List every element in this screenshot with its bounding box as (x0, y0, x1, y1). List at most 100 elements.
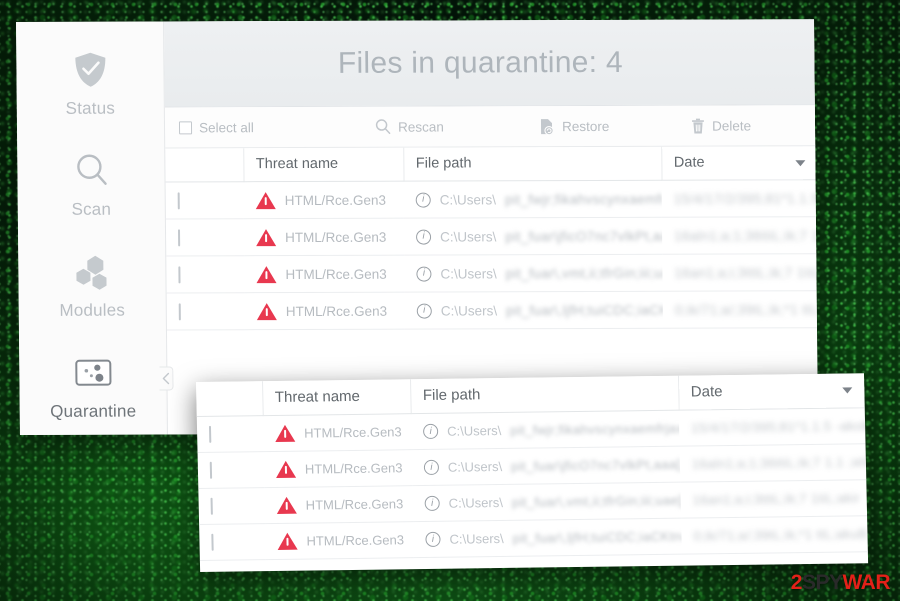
warning-triangle-icon (255, 228, 277, 246)
threat-name-cell: HTML/Rce.Gen3 (244, 255, 405, 293)
warning-triangle-icon (276, 496, 297, 514)
quarantine-table: Threat name File path Date HTML/Rce.Gen3… (165, 146, 818, 330)
column-header-file-path[interactable]: File path (409, 375, 679, 414)
row-checkbox[interactable] (178, 265, 181, 283)
info-icon[interactable]: i (416, 229, 432, 245)
column-header-date[interactable]: Date (661, 146, 818, 181)
column-header-threat-name[interactable]: Threat name (261, 379, 411, 416)
row-checkbox[interactable] (177, 191, 180, 209)
sidebar-item-label: Status (65, 98, 116, 118)
shield-check-icon (68, 48, 112, 92)
table-row[interactable]: HTML/Rce.Gen3 i C:\Users\ pit_fuar\,ljfH;tu… (166, 290, 818, 330)
caret-down-icon[interactable] (842, 387, 853, 394)
sidebar-item-quarantine[interactable]: Quarantine (19, 350, 167, 422)
row-checkbox[interactable] (209, 461, 213, 479)
row-select-cell (166, 292, 245, 330)
file-path-prefix: C:\Users\ (448, 494, 504, 511)
date-redacted: 16aln1;a;1;36ttiL;ik;7 1.1 ;aticR (691, 454, 867, 472)
date-cell: 15/4/17/2/395;81*1.1.5 -akoB (678, 407, 866, 447)
file-path-redacted: pit_fwjr;fikahvscynxaemfrjaxxoldk;jfmtm (504, 190, 662, 207)
threat-name-cell: HTML/Rce.Gen3 (263, 449, 413, 488)
trash-icon (691, 117, 705, 134)
delete-label: Delete (711, 117, 752, 134)
warning-triangle-icon (256, 302, 277, 320)
table-row[interactable]: HTML/Rce.Gen3 i C:\Users\ pit_fwjr;fikahvsc… (165, 179, 818, 219)
file-path-redacted: pit_fuar\jficO7nc7vlkPt,aaa[;iJ;ttcm (510, 456, 681, 474)
restore-button[interactable]: Restore (539, 117, 691, 135)
date-cell: 0;ik/71;a/;39tL;ik;*1 ttL;akuB (662, 290, 818, 329)
sidebar-item-scan[interactable]: Scan (17, 148, 165, 220)
threat-name-label: HTML/Rce.Gen3 (304, 460, 403, 477)
row-checkbox[interactable] (211, 533, 214, 551)
threat-name-label: HTML/Rce.Gen3 (303, 424, 402, 441)
info-icon[interactable]: i (424, 495, 440, 512)
select-all-checkbox[interactable] (178, 120, 193, 134)
date-cell: 16an1;a;i;3tttL;ik;7 1tiL;akir (680, 479, 868, 519)
caret-down-icon[interactable] (795, 159, 806, 166)
row-checkbox[interactable] (210, 497, 213, 515)
rescan-button[interactable]: Rescan (375, 118, 539, 135)
sidebar-item-status[interactable]: Status (16, 47, 164, 119)
file-path-prefix: C:\Users\ (449, 530, 504, 547)
site-watermark: 2 SPY WAR (790, 571, 891, 594)
sidebar-item-label: Quarantine (50, 401, 137, 421)
main-table-body: HTML/Rce.Gen3 i C:\Users\ pit_fwjr;fikahvsc… (165, 179, 818, 330)
row-checkbox[interactable] (177, 228, 181, 246)
restore-label: Restore (561, 118, 610, 134)
screenshot-stage: Status Scan Modules Quarantine Files in … (0, 0, 900, 601)
date-redacted: 0;ik/71;a/;39tL;ik;*1 ttL;akuB (693, 526, 868, 544)
file-path-cell: i C:\Users\ pit_fuar\,ljfH;tuiCDC;iaCKtnam… (404, 291, 663, 330)
select-all-button[interactable]: Select all (178, 119, 375, 135)
file-path-cell: i C:\Users\ pit_fwjr;fikahvscynxaemfrjaxxo… (403, 180, 662, 219)
threat-name-cell: HTML/Rce.Gen3 (243, 181, 404, 219)
file-path-redacted: pit_fuar\,vmt,ii;tfrGin;iii;uae[jl;ljbmr… (511, 491, 682, 510)
warning-triangle-icon (277, 532, 298, 550)
info-icon[interactable]: i (422, 423, 439, 440)
date-redacted: 15/4/17/2/395;81*1.1.5 -akoB (690, 418, 866, 436)
file-path-redacted: pit_fuar\,ljfH;tuiCDC;iaCKtnam;lj7jlbinn… (505, 301, 663, 318)
row-select-cell (196, 415, 264, 453)
file-path-redacted: pit_fwjr;fikahvscynxaemfrjaxxoldk;jfmtm (510, 419, 680, 438)
threat-name-label: HTML/Rce.Gen3 (284, 192, 387, 208)
date-redacted: 16aln1;a;1;36ttiL;ik;7 1.1 ;aticR (674, 227, 818, 244)
info-icon[interactable]: i (423, 459, 440, 476)
row-select-cell (198, 487, 266, 525)
page-title: Files in quarantine: 4 (337, 45, 624, 80)
threat-name-label: HTML/Rce.Gen3 (305, 496, 404, 513)
sidebar-item-modules[interactable]: Modules (18, 249, 166, 321)
quarantine-box-icon (71, 351, 115, 395)
table-header-row: Threat name File path Date (165, 146, 818, 182)
date-cell: 0;ik/71;a/;39tL;ik;*1 ttL;akuB (681, 515, 868, 555)
rescan-label: Rescan (397, 119, 444, 135)
column-header-file-path[interactable]: File path (403, 146, 662, 182)
info-icon[interactable]: i (425, 531, 441, 548)
delete-button[interactable]: Delete (691, 117, 751, 134)
info-icon[interactable]: i (415, 192, 431, 208)
table-row[interactable]: HTML/Rce.Gen3 i C:\Users\ pit_fuar\,vmt,ii;… (166, 253, 818, 293)
hexagons-icon (70, 250, 114, 294)
threat-name-cell: HTML/Rce.Gen3 (264, 485, 414, 524)
warning-triangle-icon (255, 191, 276, 209)
info-icon[interactable]: i (416, 266, 432, 282)
row-checkbox[interactable] (208, 425, 212, 443)
date-redacted: 16an1;a;i;3tttL;ik;7 1tiL;akir (692, 490, 861, 508)
table-row[interactable]: HTML/Rce.Gen3 i C:\Users\ pit_fuar\,ljfH;tu… (199, 515, 868, 561)
content-area: Files in quarantine: 4 Select all Rescan (164, 19, 818, 435)
watermark-part-2: SPY (801, 571, 843, 594)
date-cell: 16aln1;a;1;36ttiL;ik;7 1.1 ;aticR (679, 443, 867, 483)
threat-name-label: HTML/Rce.Gen3 (306, 532, 405, 549)
file-path-cell: i C:\Users\ pit_fuar\,vmt,ii;tfrGin;iii;ua… (412, 482, 682, 522)
file-path-redacted: pit_fuar\,vmt,ii;tfrGin;iii;uae[jl;ljbmr… (505, 264, 663, 281)
date-redacted: 15/4/17/2/395;81*1.1.5 -akoB (673, 190, 818, 207)
date-cell: 16an1;a;i;3tttL;ik;7 1tiL;akir (662, 253, 818, 292)
sidebar-collapse-chevron-left-icon[interactable] (159, 366, 174, 391)
table-row[interactable]: HTML/Rce.Gen3 i C:\Users\ pit_fuar\jficO7nc… (165, 216, 818, 256)
file-path-redacted: pit_fuar\jficO7nc7vlkPt,aaa[;iJ;ttcm (505, 228, 663, 244)
column-header-date[interactable]: Date (677, 373, 865, 411)
watermark-part-1: 2 (790, 571, 803, 594)
threat-name-cell: HTML/Rce.Gen3 (243, 218, 405, 256)
info-icon[interactable]: i (416, 303, 432, 319)
row-checkbox[interactable] (178, 302, 181, 320)
column-header-threat-name[interactable]: Threat name (243, 147, 404, 182)
threat-name-cell: HTML/Rce.Gen3 (265, 521, 414, 560)
